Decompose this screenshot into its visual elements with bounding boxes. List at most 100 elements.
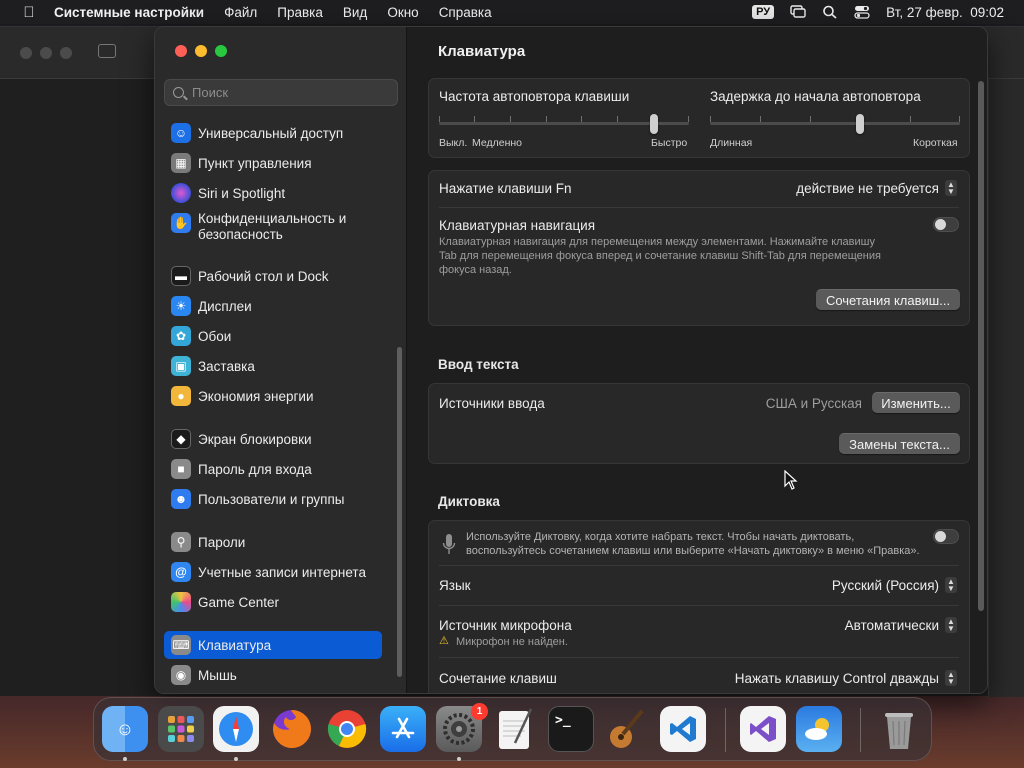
key-repeat-slider-knob[interactable] xyxy=(650,114,658,134)
sidebar-item-displays[interactable]: ☀ Дисплеи xyxy=(164,292,382,320)
input-source-indicator[interactable]: РУ xyxy=(752,5,775,19)
sidebar-item-label: Клавиатура xyxy=(198,637,272,653)
key-repeat-slider[interactable] xyxy=(439,113,689,135)
sidebar-item-energy[interactable]: ● Экономия энергии xyxy=(164,382,382,410)
close-window-button[interactable] xyxy=(175,45,187,57)
minimize-window-button[interactable] xyxy=(195,45,207,57)
lock-screen-icon: ◆ xyxy=(171,429,191,449)
weather-icon[interactable] xyxy=(796,706,842,752)
menu-file[interactable]: Файл xyxy=(224,5,257,20)
sidebar-item-privacy[interactable]: ✋ Конфиденциальность и безопасность xyxy=(164,209,382,249)
sidebar-item-keyboard[interactable]: ⌨ Клавиатура xyxy=(164,631,382,659)
safari-icon[interactable] xyxy=(213,706,259,752)
edit-input-sources-button[interactable]: Изменить... xyxy=(872,392,960,413)
dock: ☺ 1 >_ xyxy=(93,697,932,761)
spotlight-search-icon[interactable] xyxy=(822,5,838,19)
sidebar-item-lock-screen[interactable]: ◆ Экран блокировки xyxy=(164,425,382,453)
apple-menu-icon[interactable]:  xyxy=(18,4,40,21)
internet-accounts-icon: @ xyxy=(171,562,191,582)
finder-icon[interactable]: ☺ xyxy=(102,706,148,752)
keyboard-shortcuts-button[interactable]: Сочетания клавиш... xyxy=(816,289,960,310)
sidebar-item-mouse[interactable]: ◉ Мышь xyxy=(164,661,382,689)
sidebar-item-label: Экономия энергии xyxy=(198,388,314,404)
menu-view[interactable]: Вид xyxy=(343,5,367,20)
trash-icon[interactable] xyxy=(876,706,922,752)
keyboard-navigation-desc-3: фокуса назад. xyxy=(439,264,512,276)
input-sources-value: США и Русская xyxy=(765,396,862,411)
divider xyxy=(439,605,959,606)
sidebar-item-users[interactable]: ☻ Пользователи и группы xyxy=(164,485,382,513)
sidebar-item-passwords[interactable]: ⚲ Пароли xyxy=(164,528,382,556)
wallpaper-icon: ✿ xyxy=(171,326,191,346)
firefox-icon[interactable] xyxy=(269,706,315,752)
users-groups-icon: ☻ xyxy=(171,489,191,509)
sidebar-item-control-center[interactable]: ▦ Пункт управления xyxy=(164,149,382,177)
running-indicator xyxy=(234,757,238,761)
menu-app-name[interactable]: Системные настройки xyxy=(54,5,204,20)
divider xyxy=(439,207,959,208)
garageband-icon[interactable] xyxy=(604,706,650,752)
text-input-group: Источники ввода США и Русская Изменить..… xyxy=(428,383,970,464)
accessibility-icon: ☺ xyxy=(171,123,191,143)
chevron-updown-icon: ▲ ▼ xyxy=(945,180,957,196)
menu-window[interactable]: Окно xyxy=(387,5,418,20)
sidebar-item-internet-accounts[interactable]: @ Учетные записи интернета xyxy=(164,558,382,586)
sidebar-search[interactable] xyxy=(164,79,398,106)
repeat-delay-slider[interactable] xyxy=(710,113,960,135)
sidebar-item-wallpaper[interactable]: ✿ Обои xyxy=(164,322,382,350)
menu-help[interactable]: Справка xyxy=(439,5,492,20)
sidebar-scrollbar[interactable] xyxy=(397,347,402,677)
dictation-toggle[interactable] xyxy=(933,529,959,544)
keyboard-navigation-toggle[interactable] xyxy=(933,217,959,232)
sidebar-item-screensaver[interactable]: ▣ Заставка xyxy=(164,352,382,380)
menubar-clock[interactable]: Вт, 27 февр. 09:02 xyxy=(886,5,1004,20)
control-center-icon[interactable] xyxy=(854,5,870,19)
vscode-icon[interactable] xyxy=(660,706,706,752)
menu-edit[interactable]: Правка xyxy=(277,5,323,20)
key-repeat-group: Частота автоповтора клавиши Задержка до … xyxy=(428,78,970,158)
launchpad-icon[interactable] xyxy=(158,706,204,752)
textedit-icon[interactable] xyxy=(492,706,538,752)
dictation-language-popup[interactable]: Русский (Россия) ▲ ▼ xyxy=(832,577,957,593)
microphone-source-popup[interactable]: Автоматически ▲ ▼ xyxy=(845,617,957,633)
settings-sidebar: ☺ Универсальный доступ ▦ Пункт управлени… xyxy=(155,27,407,693)
microphone-icon xyxy=(442,534,456,554)
zoom-window-button[interactable] xyxy=(215,45,227,57)
sidebar-item-label: Пункт управления xyxy=(198,155,312,171)
sidebar-item-login-password[interactable]: ■ Пароль для входа xyxy=(164,455,382,483)
text-replacements-button[interactable]: Замены текста... xyxy=(839,433,960,454)
input-sources-label: Источники ввода xyxy=(439,396,545,411)
sidebar-item-accessibility[interactable]: ☺ Универсальный доступ xyxy=(164,119,382,147)
microphone-source-label: Источник микрофона xyxy=(439,618,572,633)
repeat-delay-slider-knob[interactable] xyxy=(856,114,864,134)
keyboard-navigation-desc-2: Tab для перемещения фокуса вперед и соче… xyxy=(439,250,881,262)
content-scrollbar[interactable] xyxy=(978,81,984,611)
sidebar-item-siri[interactable]: Siri и Spotlight xyxy=(164,179,382,207)
screen-mirroring-icon[interactable] xyxy=(790,5,806,19)
sidebar-item-label: Siri и Spotlight xyxy=(198,185,286,201)
window-controls xyxy=(175,45,227,57)
settings-window: ☺ Универсальный доступ ▦ Пункт управлени… xyxy=(154,26,988,694)
terminal-icon[interactable]: >_ xyxy=(548,706,594,752)
page-title: Клавиатура xyxy=(438,43,526,60)
app-store-icon[interactable] xyxy=(380,706,426,752)
fn-navigation-group: Нажатие клавиши Fn действие не требуется… xyxy=(428,170,970,326)
sidebar-item-label: Пароль для входа xyxy=(198,461,312,477)
sidebar-item-game-center[interactable]: Game Center xyxy=(164,588,382,616)
login-password-icon: ■ xyxy=(171,459,191,479)
visual-studio-icon[interactable] xyxy=(740,706,786,752)
chrome-icon[interactable] xyxy=(324,706,370,752)
text-input-section-title: Ввод текста xyxy=(438,357,519,372)
dictation-shortcut-popup[interactable]: Нажать клавишу Control дважды ▲ ▼ xyxy=(735,670,957,686)
warning-icon: ⚠ xyxy=(439,635,449,647)
fn-key-popup[interactable]: действие не требуется ▲ ▼ xyxy=(796,180,957,196)
screensaver-icon: ▣ xyxy=(171,356,191,376)
dictation-shortcut-value: Нажать клавишу Control дважды xyxy=(734,670,939,686)
dictation-desc-2: воспользуйтесь сочетанием клавиш или выб… xyxy=(466,545,920,557)
sidebar-item-desktop-dock[interactable]: ▬ Рабочий стол и Dock xyxy=(164,262,382,290)
key-repeat-slow-label: Медленно xyxy=(472,137,523,149)
dock-separator xyxy=(860,708,861,752)
search-input[interactable] xyxy=(192,85,382,100)
energy-icon: ● xyxy=(171,386,191,406)
background-window-edge xyxy=(988,79,1024,697)
